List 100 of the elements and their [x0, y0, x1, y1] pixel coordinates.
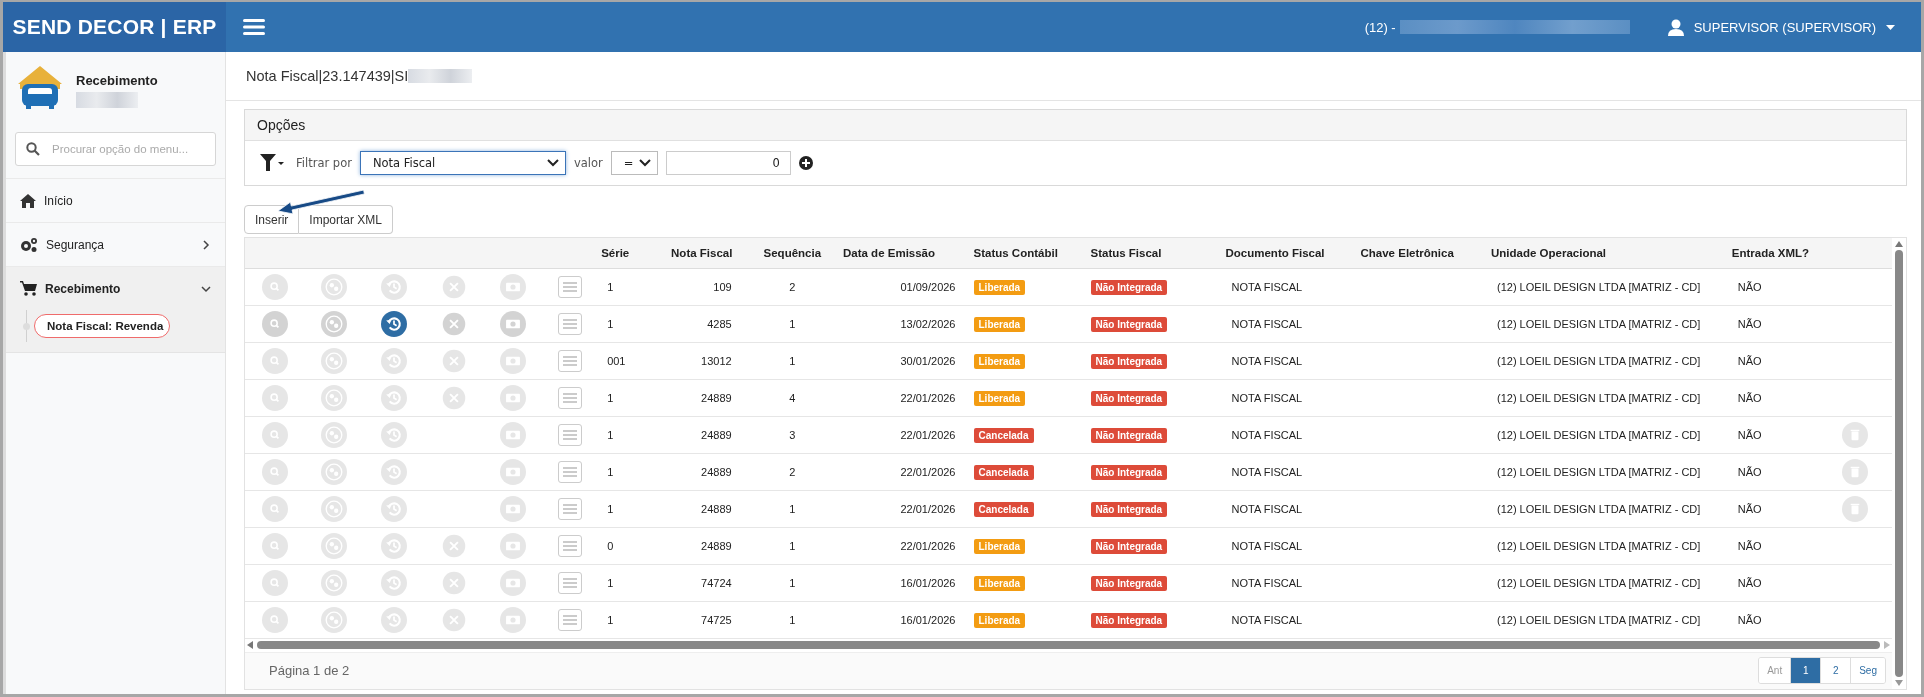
- table-cell: NÃO: [1737, 354, 1762, 367]
- search-icon[interactable]: [261, 384, 288, 411]
- column-header: Sequência: [763, 246, 822, 259]
- filter-button[interactable]: [260, 154, 284, 172]
- banknote-icon[interactable]: [500, 532, 527, 559]
- binoculars-icon[interactable]: [321, 421, 348, 448]
- status-badge: Não Integrada: [1090, 353, 1168, 369]
- binoculars-icon[interactable]: [321, 310, 348, 337]
- table-cell: NÃO: [1737, 280, 1762, 293]
- binoculars-icon[interactable]: [321, 384, 348, 411]
- cancel-icon[interactable]: [440, 606, 467, 633]
- search-icon[interactable]: [261, 495, 288, 522]
- banknote-icon[interactable]: [500, 310, 527, 337]
- banknote-icon[interactable]: [500, 421, 527, 448]
- search-icon[interactable]: [261, 606, 288, 633]
- binoculars-icon[interactable]: [321, 347, 348, 374]
- banknote-icon[interactable]: [500, 458, 527, 485]
- value-input[interactable]: 0: [665, 151, 791, 175]
- history-icon[interactable]: [381, 310, 408, 337]
- page-button[interactable]: 1: [1790, 658, 1821, 684]
- search-icon[interactable]: [261, 347, 288, 374]
- user-menu[interactable]: SUPERVISOR (SUPERVISOR): [1667, 18, 1895, 36]
- cancel-icon[interactable]: [440, 273, 467, 300]
- page-button[interactable]: 2: [1820, 658, 1851, 684]
- table-cell: (12) LOEIL DESIGN LTDA [MATRIZ - CD]: [1497, 428, 1701, 441]
- sidebar-item[interactable]: Recebimento: [6, 266, 225, 310]
- table-cell: NÃO: [1737, 613, 1762, 626]
- search-icon[interactable]: [261, 458, 288, 485]
- table-cell: NOTA FISCAL: [1231, 539, 1303, 552]
- table-cell: 1: [607, 280, 614, 293]
- search-icon[interactable]: [261, 532, 288, 559]
- horizontal-scrollbar[interactable]: [245, 638, 1892, 653]
- sidebar-item[interactable]: Início: [6, 178, 225, 222]
- row-menu-button[interactable]: [558, 534, 583, 557]
- row-menu-button[interactable]: [558, 423, 583, 446]
- row-menu-button[interactable]: [558, 349, 583, 372]
- scroll-up-icon[interactable]: [1895, 241, 1903, 247]
- row-menu-button[interactable]: [558, 460, 583, 483]
- search-icon[interactable]: [261, 310, 288, 337]
- binoculars-icon[interactable]: [321, 569, 348, 596]
- scroll-down-icon[interactable]: [1895, 680, 1903, 686]
- banknote-icon[interactable]: [500, 495, 527, 522]
- scroll-right-icon[interactable]: [1884, 641, 1890, 649]
- filter-field-select[interactable]: Nota Fiscal: [359, 151, 566, 175]
- table-cell: 22/01/2026: [900, 391, 956, 404]
- table-cell: NOTA FISCAL: [1231, 502, 1303, 515]
- toolbar-button[interactable]: Importar XML: [299, 205, 394, 234]
- search-icon[interactable]: [261, 569, 288, 596]
- submenu-item[interactable]: Nota Fiscal: Revenda: [34, 314, 171, 338]
- table-cell: (12) LOEIL DESIGN LTDA [MATRIZ - CD]: [1497, 576, 1701, 589]
- table-cell: 74724: [701, 576, 732, 589]
- trash-icon[interactable]: [1842, 421, 1868, 448]
- status-badge: Não Integrada: [1090, 501, 1168, 517]
- cancel-icon[interactable]: [440, 347, 467, 374]
- row-menu-button[interactable]: [558, 497, 583, 520]
- cancel-icon[interactable]: [440, 384, 467, 411]
- table-cell: 22/01/2026: [900, 465, 956, 478]
- banknote-icon[interactable]: [500, 384, 527, 411]
- search-icon[interactable]: [261, 421, 288, 448]
- row-menu-button[interactable]: [558, 386, 583, 409]
- menu-lines-icon: [563, 392, 578, 403]
- toolbar-button[interactable]: Inserir: [244, 205, 300, 234]
- table-cell: 16/01/2026: [900, 576, 956, 589]
- table-cell: NOTA FISCAL: [1231, 428, 1303, 441]
- column-header: Data de Emissão: [843, 246, 936, 259]
- table-cell: 22/01/2026: [900, 539, 956, 552]
- banknote-icon[interactable]: [500, 569, 527, 596]
- table-cell: (12) LOEIL DESIGN LTDA [MATRIZ - CD]: [1497, 280, 1701, 293]
- row-menu-button[interactable]: [558, 275, 583, 298]
- status-badge: Não Integrada: [1090, 612, 1168, 628]
- row-menu-button[interactable]: [558, 571, 583, 594]
- row-menu-button[interactable]: [558, 608, 583, 631]
- table-cell: NÃO: [1737, 502, 1762, 515]
- status-badge: Liberada: [973, 538, 1026, 554]
- search-icon[interactable]: [261, 273, 288, 300]
- binoculars-icon[interactable]: [321, 606, 348, 633]
- menu-lines-icon: [563, 503, 578, 514]
- menu-search-field[interactable]: Procurar opção do menu...: [15, 132, 216, 166]
- page-button[interactable]: Seg: [1850, 658, 1885, 684]
- banknote-icon[interactable]: [500, 347, 527, 374]
- scroll-left-icon[interactable]: [247, 641, 253, 649]
- trash-icon[interactable]: [1842, 495, 1868, 522]
- table-cell: (12) LOEIL DESIGN LTDA [MATRIZ - CD]: [1497, 317, 1701, 330]
- banknote-icon[interactable]: [500, 606, 527, 633]
- binoculars-icon[interactable]: [321, 532, 348, 559]
- cancel-icon[interactable]: [440, 532, 467, 559]
- table-cell: 24889: [701, 428, 732, 441]
- cancel-icon[interactable]: [440, 310, 467, 337]
- status-badge: Liberada: [973, 575, 1026, 591]
- banknote-icon[interactable]: [500, 273, 527, 300]
- binoculars-icon[interactable]: [321, 458, 348, 485]
- row-menu-button[interactable]: [558, 312, 583, 335]
- trash-icon[interactable]: [1842, 458, 1868, 485]
- table-cell: NOTA FISCAL: [1231, 280, 1303, 293]
- cancel-icon[interactable]: [440, 569, 467, 596]
- operator-select[interactable]: =: [610, 151, 658, 175]
- binoculars-icon[interactable]: [321, 273, 348, 300]
- status-badge: Não Integrada: [1090, 316, 1168, 332]
- add-icon[interactable]: [798, 156, 813, 170]
- binoculars-icon[interactable]: [321, 495, 348, 522]
